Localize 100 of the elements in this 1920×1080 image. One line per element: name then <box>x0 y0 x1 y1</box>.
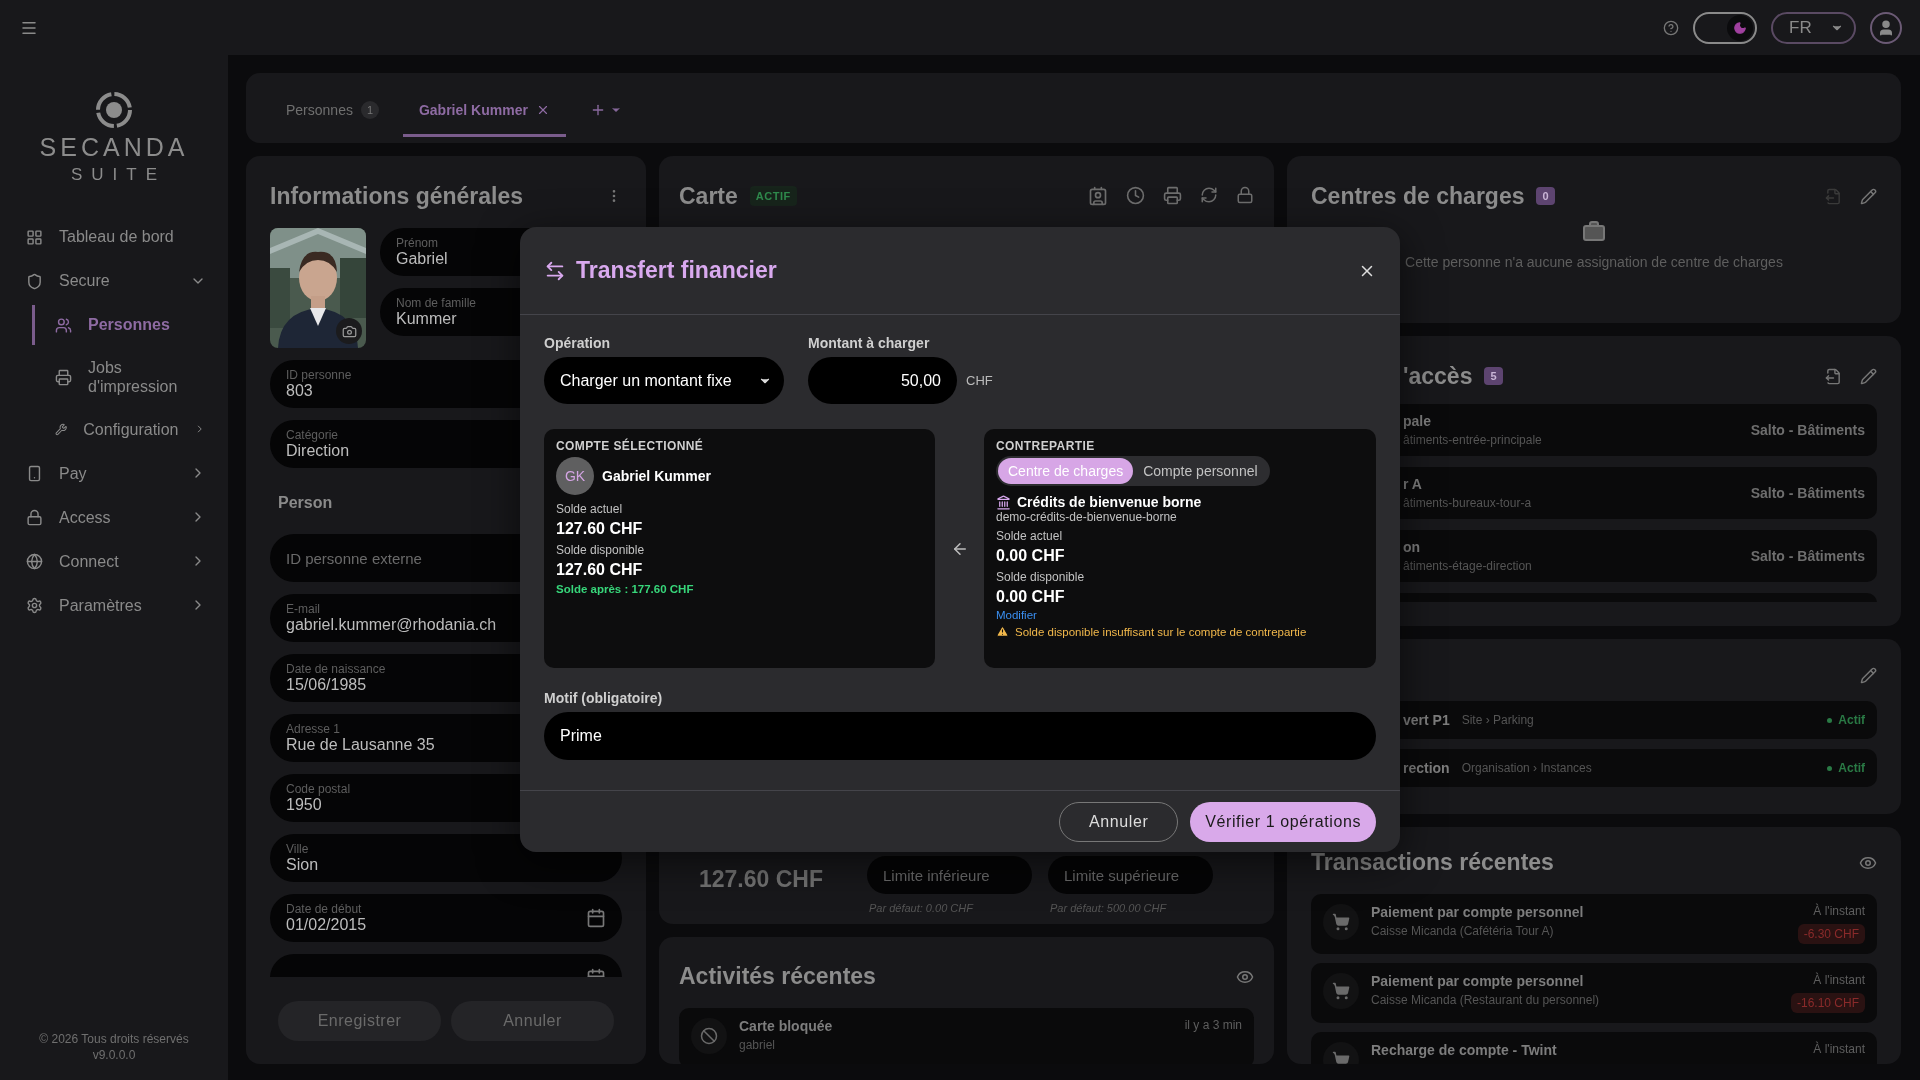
transaction-row[interactable]: Recharge de compte - Twint À l'instant <box>1311 1032 1877 1064</box>
warning-message: Solde disponible insuffisant sur le compte de contrepartie <box>1015 625 1307 638</box>
amount-field[interactable]: 50,00 <box>808 357 957 404</box>
panel-heading: CONTREPARTIE <box>996 439 1096 453</box>
limit-field[interactable]: Limite supérieure <box>1048 856 1213 894</box>
status-label: Actif <box>1827 713 1865 727</box>
edit-icon[interactable] <box>1860 187 1877 205</box>
section-title: Person <box>278 494 333 512</box>
nav-icon <box>26 272 43 290</box>
footer-text: v9.0.0.0 <box>92 1048 136 1062</box>
printer-icon[interactable] <box>1163 186 1182 205</box>
transaction-time: À l'instant <box>1813 904 1865 918</box>
activity-title: Carte bloquée <box>739 1018 834 1034</box>
bank-icon <box>996 494 1011 510</box>
export-icon[interactable] <box>1825 367 1842 385</box>
nav-icon <box>26 508 43 526</box>
nav-item[interactable]: Secure <box>23 261 206 301</box>
card-title: Informations générales <box>270 182 524 210</box>
nav-item[interactable]: Tableau de bord <box>23 217 206 257</box>
card-title: Centres de charges <box>1311 182 1525 210</box>
access-system: Salto - Bâtiments <box>1750 422 1865 438</box>
card-balance: 127.60 CHF <box>698 865 824 893</box>
tab[interactable]: Gabriel Kummer <box>402 89 566 137</box>
access-name: r A <box>1403 476 1423 492</box>
cart-icon <box>1323 904 1359 940</box>
field-label: Opération <box>544 335 612 351</box>
tab[interactable]: Personnes 1 <box>270 89 395 137</box>
edit-link[interactable]: Modifier <box>996 609 1364 621</box>
reason-field[interactable]: Prime <box>544 712 1376 760</box>
brand-name: SECANDA <box>39 135 189 160</box>
nav-icon <box>26 596 43 614</box>
access-name: pale <box>1403 413 1432 429</box>
nav-icon <box>55 316 72 334</box>
transaction-amount: -6.30 CHF <box>1797 924 1865 944</box>
access-system: Salto - Bâtiments <box>1750 548 1865 564</box>
counterpart-code: demo-crédits-de-bienvenue-borne <box>996 510 1178 524</box>
empty-message: Cette personne n'a aucune assignation de centre de charges <box>1405 254 1783 270</box>
date-field[interactable]: Date de début 01/02/2015 <box>270 894 622 942</box>
calendar-icon[interactable] <box>586 908 606 928</box>
edit-icon[interactable] <box>1860 367 1877 385</box>
nav-item[interactable]: Jobs d'impression <box>32 349 206 406</box>
edit-icon[interactable] <box>1860 666 1877 684</box>
nav-item[interactable]: Personnes <box>32 305 206 345</box>
logo-icon <box>95 91 133 129</box>
assignment-path: Organisation › Instances <box>1461 761 1593 775</box>
clock-icon[interactable] <box>1126 186 1145 205</box>
count-badge: 5 <box>1484 367 1503 385</box>
assignment-name: vert P1 <box>1403 712 1450 728</box>
transaction-time: À l'instant <box>1813 973 1865 987</box>
field-hint: Par défaut: 500.00 CHF <box>1049 902 1168 914</box>
segment-option[interactable]: Compte personnel <box>1133 458 1268 484</box>
transaction-row[interactable]: Paiement par compte personnel Caisse Micanda (Cafétéria Tour A) À l'instant -6.30 CHF <box>1311 894 1877 954</box>
user-avatar[interactable] <box>1870 11 1902 44</box>
access-code: âtiments-bureaux-tour-a <box>1403 496 1533 510</box>
currency-unit: CHF <box>966 373 993 388</box>
account-name: Gabriel Kummer <box>602 468 711 484</box>
card-title: Carte <box>679 182 738 210</box>
count-badge: 1 <box>360 100 379 119</box>
access-code: âtiments-étage-direction <box>1403 559 1533 573</box>
nav-item[interactable]: Access <box>23 497 206 538</box>
transaction-amount: -16.10 CHF <box>1790 993 1865 1013</box>
help-icon[interactable] <box>1663 19 1679 36</box>
brand-subtitle: SUITE <box>69 166 167 183</box>
limit-field[interactable]: Limite inférieure <box>867 856 1032 894</box>
nav-item[interactable]: Configuration <box>32 409 206 450</box>
language-select[interactable]: FR <box>1771 11 1856 44</box>
lock-icon[interactable] <box>1236 186 1254 204</box>
balance-label: Solde disponible <box>996 570 1086 584</box>
transfer-icon <box>544 259 566 282</box>
operation-select[interactable]: Charger un montant fixe <box>544 357 784 404</box>
footer-text: © 2026 Tous droits réservés <box>39 1032 189 1046</box>
transaction-title: Paiement par compte personnel <box>1371 973 1585 989</box>
refresh-icon[interactable] <box>1200 186 1218 204</box>
warning-icon <box>996 625 1009 638</box>
card-title: Activités récentes <box>679 963 876 990</box>
balance-value: 0.00 CHF <box>996 547 1066 565</box>
badge-icon[interactable] <box>1088 186 1108 206</box>
access-name: on <box>1403 539 1422 555</box>
nav-icon <box>26 552 43 570</box>
briefcase-icon <box>1582 220 1606 244</box>
card-title: 'accès <box>1403 362 1473 390</box>
field-label: Montant à charger <box>808 335 931 351</box>
balance-label: Solde actuel <box>996 529 1064 543</box>
access-system: Salto - Bâtiments <box>1750 485 1865 501</box>
nav-item[interactable]: Connect <box>23 541 206 582</box>
transaction-time: À l'instant <box>1813 1042 1865 1056</box>
nav-item[interactable]: Pay <box>23 453 206 494</box>
nav-icon <box>55 368 72 386</box>
status-label: Actif <box>1827 761 1865 775</box>
assignment-name: rection <box>1403 760 1450 776</box>
cart-icon <box>1323 973 1359 1009</box>
activity-row[interactable]: Carte bloquée gabriel il y a 3 min <box>679 1008 1254 1064</box>
initials-avatar: GK <box>556 457 594 495</box>
transaction-row[interactable]: Paiement par compte personnel Caisse Micanda (Restaurant du personnel) À l'instant -16.10 CHF <box>1311 963 1877 1023</box>
moon-icon <box>1727 14 1753 41</box>
nav-item[interactable]: Paramètres <box>23 585 206 626</box>
text-field[interactable]: Ville Sion <box>270 834 622 882</box>
verify-button[interactable]: Vérifier 1 opérations <box>1190 801 1376 842</box>
theme-toggle[interactable] <box>1693 11 1757 44</box>
balance-label: Solde actuel <box>556 502 624 516</box>
